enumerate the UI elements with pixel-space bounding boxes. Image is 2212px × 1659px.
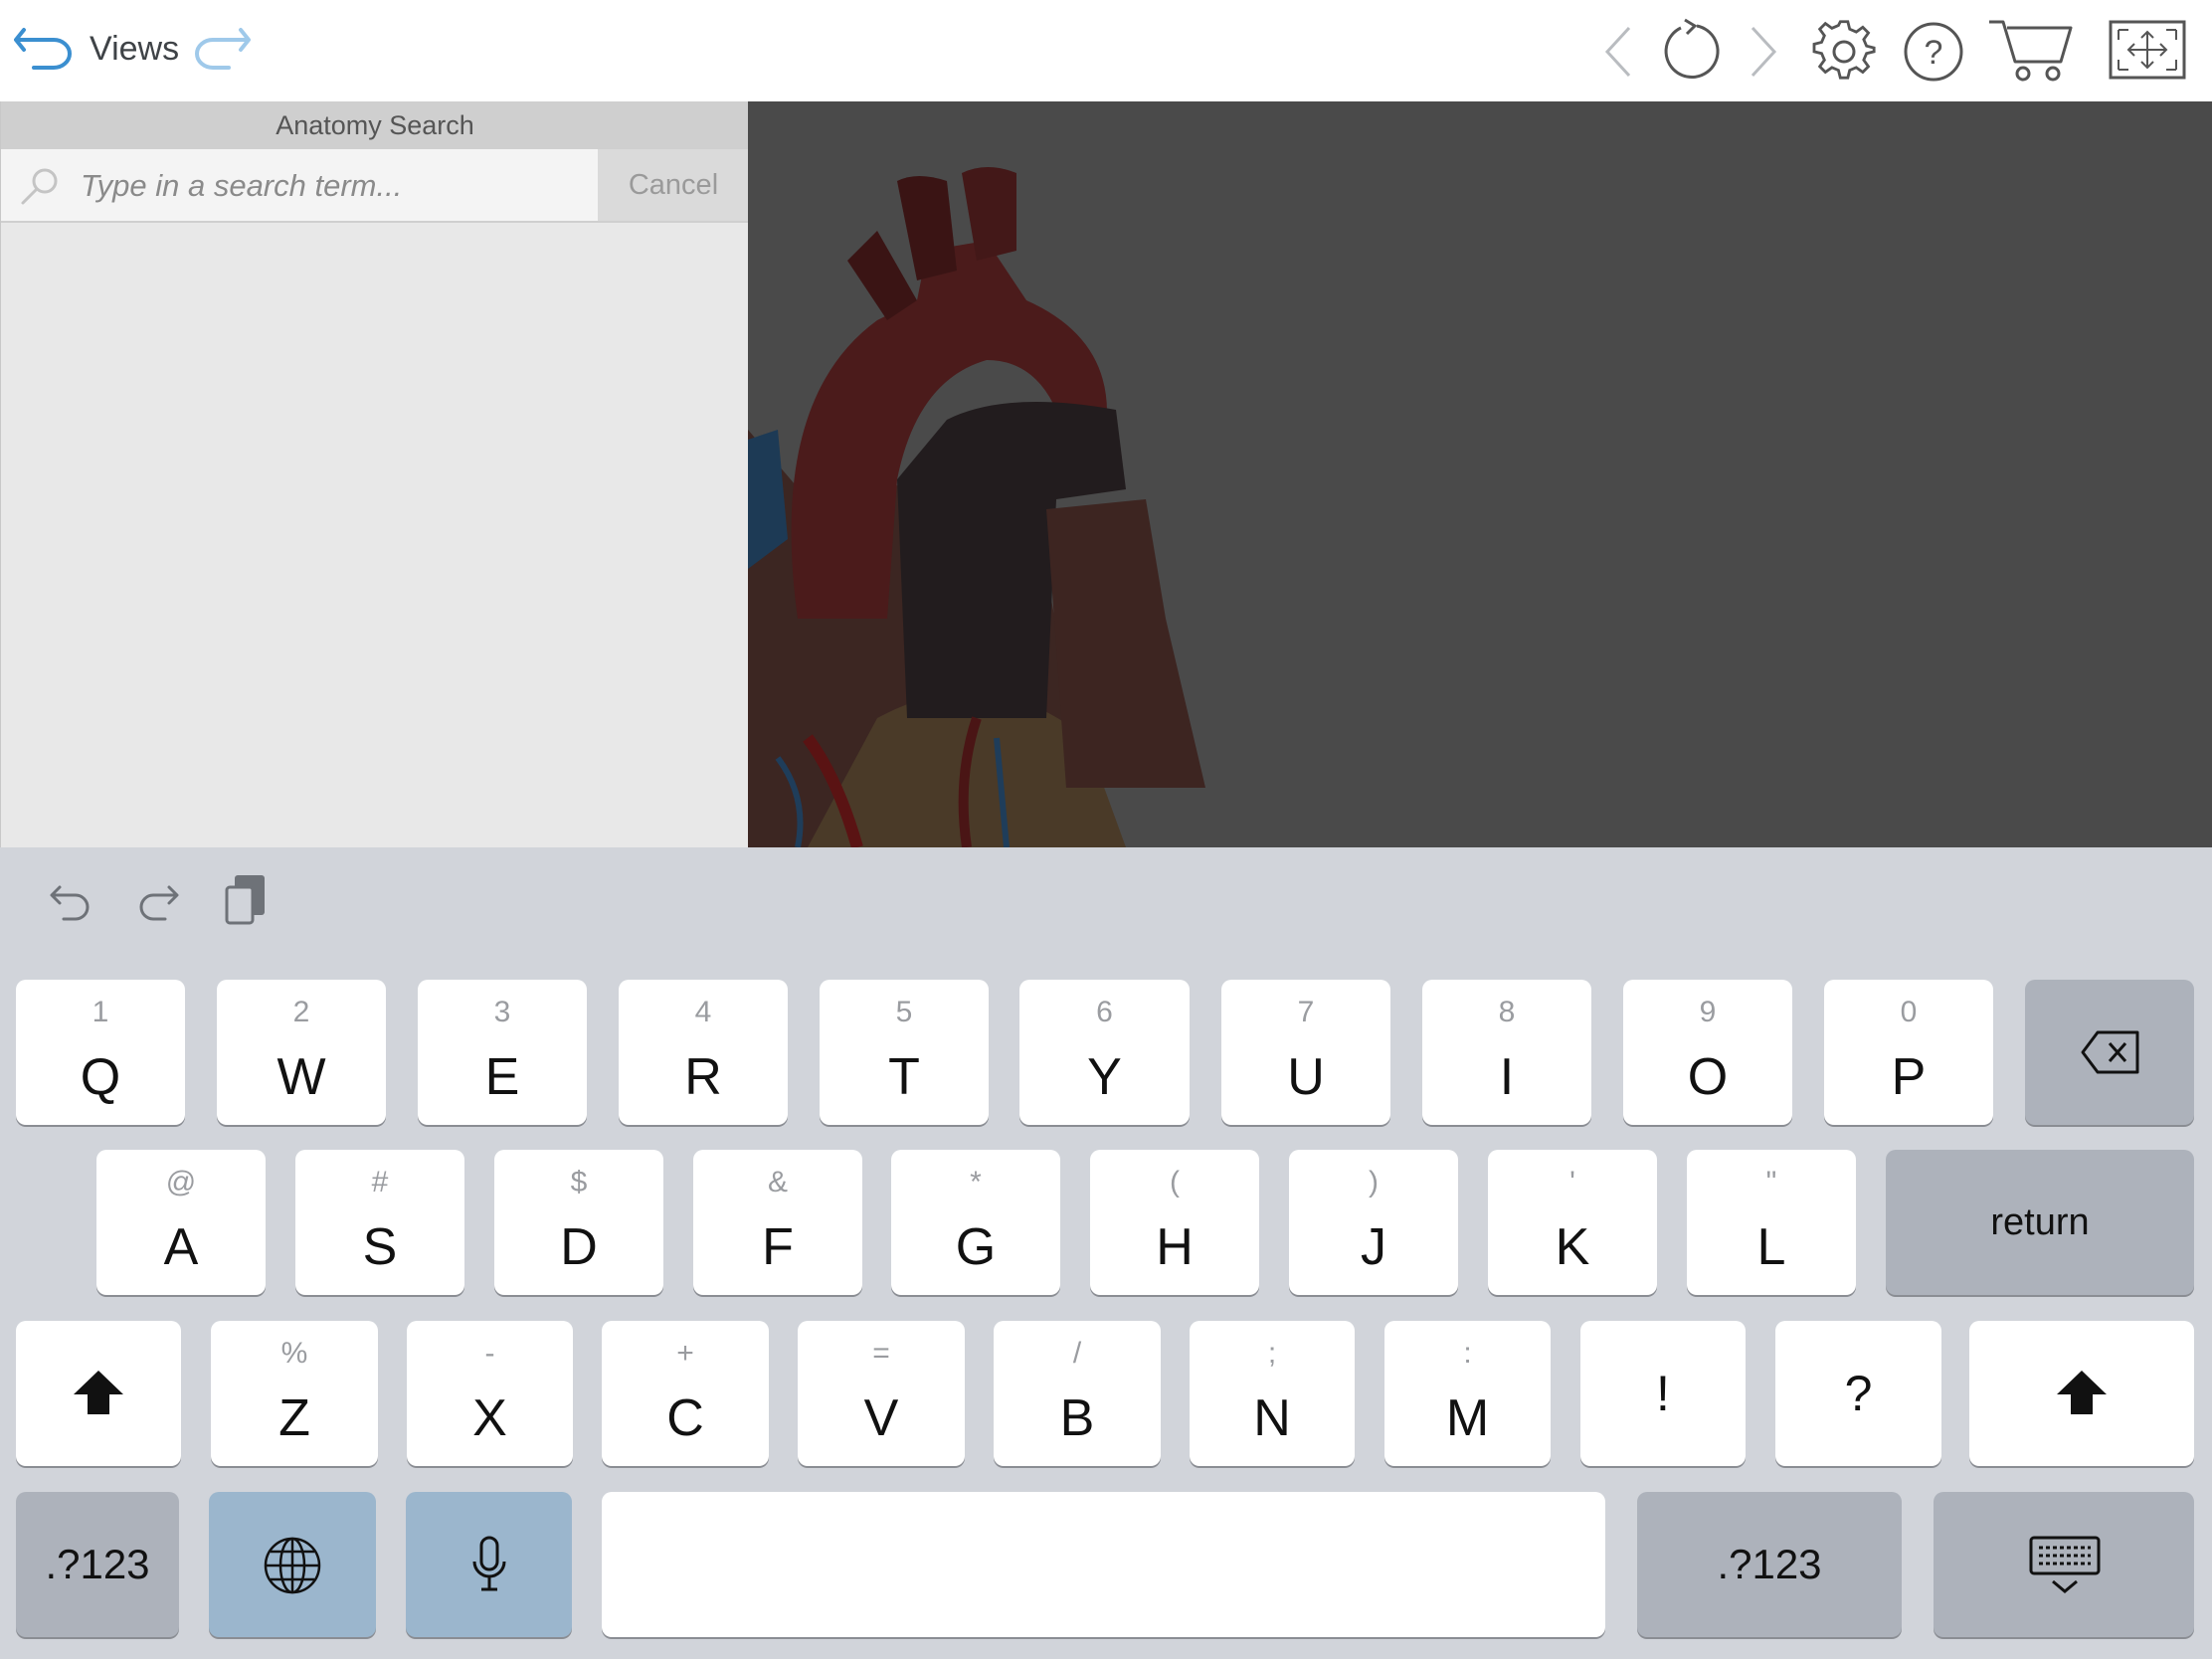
return-key[interactable]: return [1886, 1150, 2194, 1295]
key-m[interactable]: :M [1384, 1321, 1551, 1466]
fullscreen-icon[interactable] [2109, 20, 2186, 80]
gear-icon[interactable] [1812, 20, 1876, 84]
cancel-button[interactable]: Cancel [598, 149, 749, 221]
search-field[interactable] [1, 149, 598, 221]
key-exclamation[interactable]: ! [1580, 1321, 1746, 1466]
shift-key-left[interactable] [16, 1321, 181, 1466]
key-o[interactable]: 9O [1623, 980, 1792, 1125]
key-k[interactable]: ' K [1488, 1150, 1657, 1295]
numbers-key-right[interactable]: .?123 [1637, 1492, 1902, 1637]
key-g[interactable]: * G [891, 1150, 1060, 1295]
undo-icon[interactable] [46, 877, 93, 925]
svg-text:?: ? [1925, 34, 1943, 72]
numbers-key-left[interactable]: .?123 [16, 1492, 179, 1637]
globe-key[interactable] [209, 1492, 376, 1637]
key-l[interactable]: " L [1687, 1150, 1856, 1295]
key-a[interactable]: @ A [96, 1150, 266, 1295]
key-p[interactable]: 0P [1824, 980, 1993, 1125]
shift-icon [2057, 1371, 2107, 1414]
help-icon[interactable]: ? [1902, 20, 1965, 84]
backspace-icon [2081, 1030, 2139, 1074]
key-x[interactable]: -X [407, 1321, 573, 1466]
key-e[interactable]: 3E [418, 980, 587, 1125]
key-z[interactable]: % Z [211, 1321, 378, 1466]
key-v[interactable]: = V [798, 1321, 965, 1466]
space-key[interactable] [602, 1492, 1605, 1637]
undo-arrow-icon[interactable] [14, 22, 80, 72]
heart-3d-model[interactable] [748, 101, 2212, 847]
search-panel-title: Anatomy Search [1, 101, 749, 149]
key-h[interactable]: (H [1090, 1150, 1259, 1295]
search-row: Cancel [1, 149, 749, 223]
key-d[interactable]: $ D [494, 1150, 663, 1295]
search-icon [21, 168, 58, 205]
anatomy-search-panel: Anatomy Search Cancel [0, 101, 749, 847]
key-r[interactable]: 4R [619, 980, 788, 1125]
views-label[interactable]: Views [90, 30, 179, 69]
3d-anatomy-viewer[interactable] [748, 101, 2212, 847]
search-input[interactable] [79, 159, 590, 213]
onscreen-keyboard: 1Q 2W 3E 4R 5T 6Y 7U 8I 9O 0P @ A # S $ D &… [0, 847, 2212, 1659]
key-q[interactable]: 1Q [16, 980, 185, 1125]
microphone-icon [472, 1536, 506, 1591]
key-t[interactable]: 5T [820, 980, 989, 1125]
shift-key-right[interactable] [1969, 1321, 2194, 1466]
cart-icon[interactable] [1987, 16, 2075, 84]
redo-icon[interactable] [135, 877, 183, 925]
paste-icon[interactable] [223, 873, 273, 929]
microphone-key[interactable] [406, 1492, 572, 1637]
key-i[interactable]: 8I [1422, 980, 1591, 1125]
globe-icon [264, 1537, 321, 1594]
keyboard-hide-icon [2029, 1536, 2101, 1593]
key-s[interactable]: # S [295, 1150, 464, 1295]
key-question[interactable]: ? [1775, 1321, 1941, 1466]
reset-rotate-icon[interactable] [1659, 18, 1723, 82]
key-j[interactable]: ) J [1289, 1150, 1458, 1295]
key-w[interactable]: 2W [217, 980, 386, 1125]
key-y[interactable]: 6Y [1019, 980, 1190, 1125]
key-u[interactable]: 7U [1221, 980, 1390, 1125]
dismiss-keyboard-key[interactable] [1934, 1492, 2194, 1637]
key-n[interactable]: ; N [1190, 1321, 1355, 1466]
backspace-key[interactable] [2025, 980, 2194, 1125]
top-toolbar: Views ? [0, 0, 2212, 101]
redo-arrow-icon[interactable] [189, 22, 255, 72]
key-c[interactable]: + C [602, 1321, 769, 1466]
next-chevron-icon[interactable] [1743, 24, 1782, 80]
shift-icon [74, 1371, 123, 1414]
key-f[interactable]: & F [693, 1150, 862, 1295]
prev-chevron-icon[interactable] [1599, 24, 1639, 80]
key-b[interactable]: / B [994, 1321, 1161, 1466]
